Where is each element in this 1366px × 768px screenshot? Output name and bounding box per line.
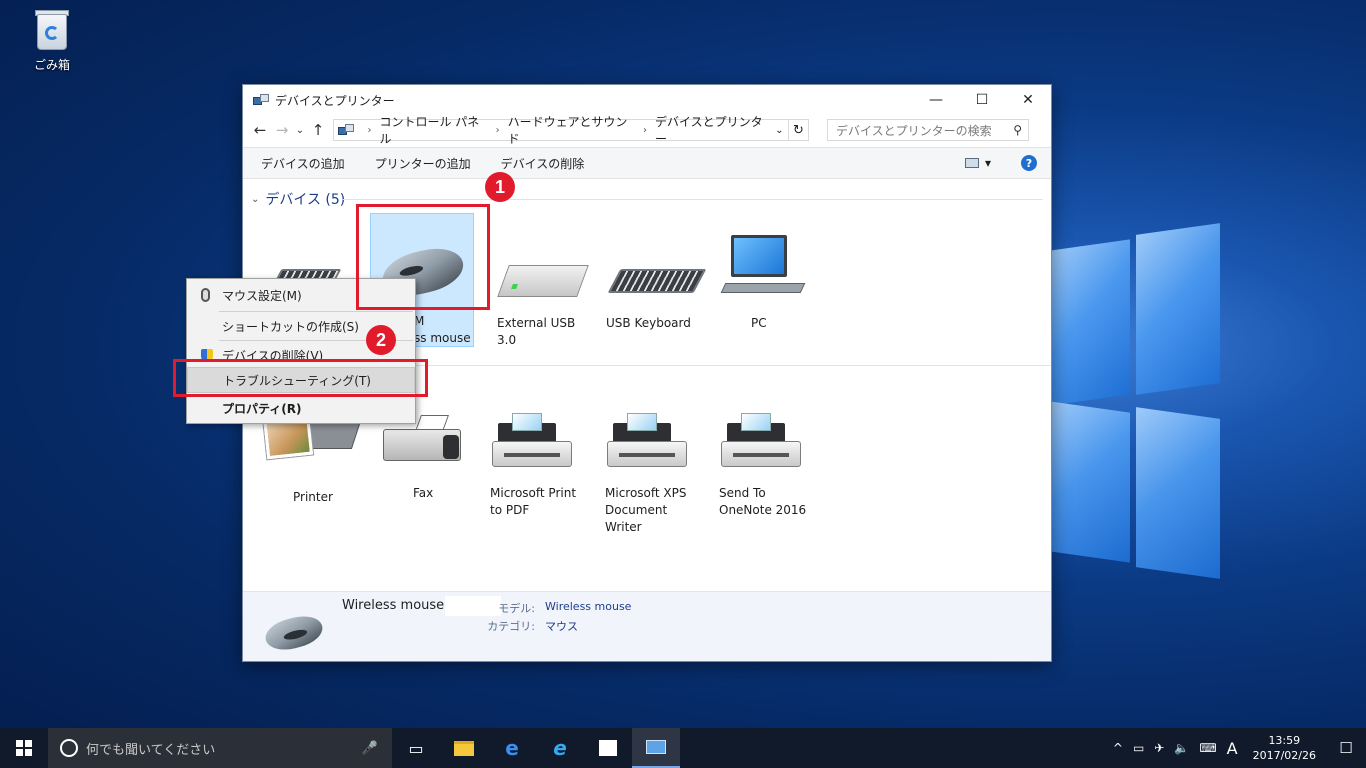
edge-icon: e (505, 736, 519, 760)
recycle-bin-desktop-icon[interactable]: ごみ箱 (22, 8, 82, 73)
hard-drive-icon (497, 265, 589, 297)
cortana-icon (60, 739, 78, 757)
touch-keyboard-icon[interactable]: ⌨ (1199, 741, 1216, 755)
search-icon[interactable]: ⚲ (1013, 123, 1022, 137)
devices-printers-icon (338, 123, 354, 137)
cortana-search-box[interactable]: 何でも聞いてください 🎤 (48, 728, 392, 768)
taskbar: 何でも聞いてください 🎤 ▭ e e ^ ▭ ✈ 🔈 ⌨ A 13:59 201… (0, 728, 1366, 768)
breadcrumb-separator-icon: › (495, 124, 500, 136)
show-hidden-icons-button[interactable]: ^ (1113, 741, 1123, 755)
view-dropdown-icon[interactable]: ▾ (985, 156, 991, 170)
minimize-button[interactable]: — (913, 85, 959, 115)
details-model-label: モデル: (498, 602, 535, 615)
details-model-value: Wireless mouse (545, 600, 632, 613)
mouse-icon (262, 611, 326, 655)
printer-icon (492, 413, 572, 469)
section-divider (343, 199, 1043, 200)
recycle-bin-icon (33, 8, 71, 52)
address-dropdown-icon[interactable]: ⌄ (771, 125, 788, 136)
devices-printers-taskbar-button[interactable] (632, 728, 680, 768)
up-button[interactable]: ↑ (307, 121, 329, 139)
maximize-button[interactable]: ☐ (959, 85, 1005, 115)
printer-item-send-to-onenote[interactable]: Send To OneNote 2016 (719, 405, 827, 519)
search-placeholder: デバイスとプリンターの検索 (836, 123, 992, 138)
breadcrumb-devices-printers[interactable]: デバイスとプリンター (655, 113, 771, 147)
clock-date: 2017/02/26 (1252, 749, 1316, 762)
action-center-icon[interactable]: ☐ (1326, 739, 1366, 757)
device-item-pc[interactable]: PC (719, 235, 827, 332)
menu-item-properties[interactable]: プロパティ(R) (187, 395, 415, 421)
internet-explorer-button[interactable]: e (536, 728, 584, 768)
breadcrumb-separator-icon: › (642, 124, 647, 136)
annotation-badge-2: 2 (366, 325, 396, 355)
ime-mode-indicator[interactable]: A (1227, 739, 1238, 758)
system-tray: ^ ▭ ✈ 🔈 ⌨ A 13:59 2017/02/26 ☐ (1108, 728, 1366, 768)
devices-printers-icon (253, 93, 269, 107)
mouse-icon (201, 288, 210, 302)
details-pane: Wireless mouse モデル: Wireless mouse カテゴリ:… (243, 591, 1051, 661)
keyboard-icon (607, 269, 707, 293)
store-icon (599, 740, 617, 756)
start-button[interactable] (0, 728, 48, 768)
add-printer-button[interactable]: プリンターの追加 (375, 155, 471, 172)
file-explorer-button[interactable] (440, 728, 488, 768)
edge-button[interactable]: e (488, 728, 536, 768)
add-device-button[interactable]: デバイスの追加 (261, 155, 345, 172)
back-button[interactable]: ← (249, 121, 271, 139)
battery-icon[interactable]: ▭ (1133, 741, 1144, 755)
title-bar[interactable]: デバイスとプリンター — ☐ ✕ (243, 85, 1051, 115)
printer-icon (607, 413, 687, 469)
clock-time: 13:59 (1268, 734, 1301, 747)
task-view-button[interactable]: ▭ (392, 728, 440, 768)
printer-icon (721, 413, 801, 469)
details-category-value: マウス (545, 620, 578, 633)
window-title: デバイスとプリンター (275, 93, 395, 108)
refresh-button[interactable]: ↻ (789, 119, 809, 141)
printer-item-microsoft-xps-document-writer[interactable]: Microsoft XPS Document Writer (605, 405, 713, 536)
search-input[interactable]: デバイスとプリンターの検索 ⚲ (827, 119, 1029, 141)
cortana-placeholder: 何でも聞いてください (86, 742, 216, 758)
printer-item-microsoft-print-to-pdf[interactable]: Microsoft Print to PDF (490, 405, 598, 519)
breadcrumb-control-panel[interactable]: コントロール パネル (379, 113, 487, 147)
address-row: ← → ⌄ ↑ › コントロール パネル › ハードウェアとサウンド › デバイ… (243, 115, 1051, 146)
devices-printers-icon (646, 740, 666, 754)
microphone-icon[interactable]: 🎤 (362, 741, 378, 756)
recent-locations-button[interactable]: ⌄ (293, 125, 307, 136)
annotation-badge-1: 1 (485, 172, 515, 202)
change-view-icon[interactable] (964, 158, 979, 168)
details-category-label: カテゴリ: (487, 620, 535, 633)
folder-icon (454, 740, 474, 756)
breadcrumb-separator-icon: › (367, 124, 372, 136)
store-button[interactable] (584, 728, 632, 768)
recycle-bin-label: ごみ箱 (33, 58, 70, 72)
breadcrumb-hardware-sound[interactable]: ハードウェアとサウンド (508, 113, 635, 147)
device-item-external-usb[interactable]: External USB 3.0 (497, 235, 605, 349)
airplane-mode-icon[interactable]: ✈ (1154, 741, 1164, 755)
annotation-highlight-box-2 (173, 359, 428, 397)
command-bar: デバイスの追加 プリンターの追加 デバイスの削除 ▾ ? (243, 147, 1051, 179)
annotation-highlight-box-1 (356, 204, 490, 310)
menu-separator (219, 311, 413, 312)
details-device-name: Wireless mouse (342, 598, 445, 613)
windows-start-icon (16, 740, 32, 756)
device-item-usb-keyboard[interactable]: USB Keyboard (606, 235, 714, 332)
laptop-icon (719, 235, 827, 315)
internet-explorer-icon: e (553, 736, 567, 760)
collapse-chevron-icon[interactable]: ⌄ (251, 194, 259, 205)
volume-icon[interactable]: 🔈 (1174, 741, 1189, 755)
clock[interactable]: 13:59 2017/02/26 (1253, 733, 1316, 763)
windows-logo-wallpaper (1050, 215, 1220, 595)
devices-section-header[interactable]: ⌄ デバイス (5) (251, 189, 345, 209)
help-icon[interactable]: ? (1021, 155, 1037, 171)
devices-section-title: デバイス (5) (265, 192, 346, 208)
close-button[interactable]: ✕ (1005, 85, 1051, 115)
forward-button[interactable]: → (271, 121, 293, 139)
remove-device-button[interactable]: デバイスの削除 (501, 155, 585, 172)
address-bar[interactable]: › コントロール パネル › ハードウェアとサウンド › デバイスとプリンター … (333, 115, 789, 146)
task-view-icon: ▭ (408, 738, 424, 758)
